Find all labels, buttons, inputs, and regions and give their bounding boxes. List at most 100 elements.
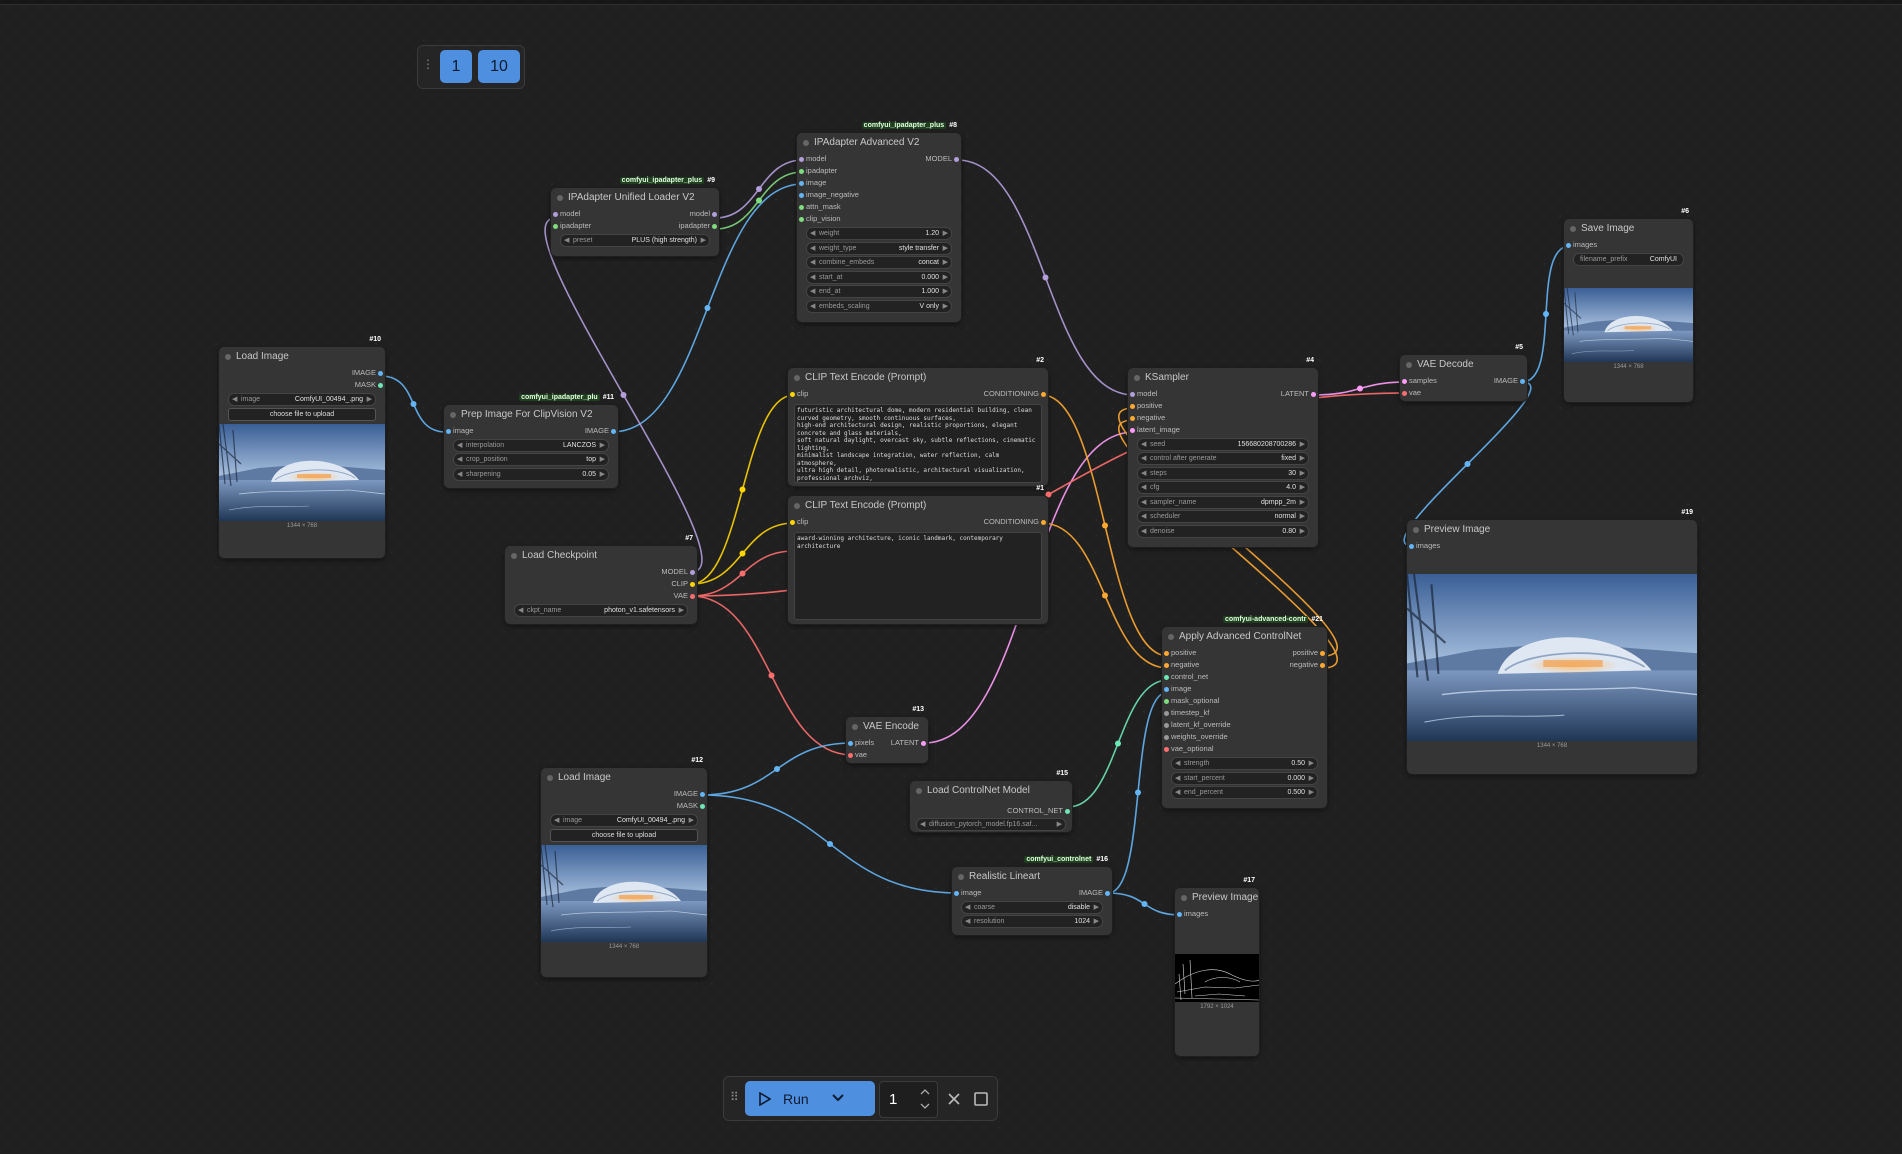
- node-clip-text-encode-1[interactable]: #1 CLIP Text Encode (Prompt) clip CONDITI…: [788, 485, 1048, 624]
- node-load-image-10[interactable]: #10 Load Image IMAGE MASK ◀ image ComfyUI_…: [219, 336, 385, 558]
- node-load-controlnet-15[interactable]: #15 Load ControlNet Model CONTROL_NET ◀ d…: [910, 770, 1072, 832]
- widget-start-percent[interactable]: ◀ start_percent 0.000 ▶: [1171, 771, 1318, 785]
- upload-button[interactable]: choose file to upload: [550, 828, 698, 842]
- input-slot[interactable]: [1164, 722, 1169, 728]
- node-ipadapter-advanced-8[interactable]: comfyui_ipadapter_plus #8 IPAdapter Advan…: [797, 122, 961, 322]
- image-combo-widget[interactable]: ◀ image ComfyUI_00494_.png ▶: [550, 813, 698, 827]
- widget-seed[interactable]: ◀ seed 156680208700286 ▶: [1137, 437, 1309, 451]
- input-slot[interactable]: [799, 204, 804, 210]
- input-slot[interactable]: [1164, 674, 1169, 680]
- node-clip-text-encode-2[interactable]: #2 CLIP Text Encode (Prompt) clip CONDITI…: [788, 357, 1048, 486]
- output-slot[interactable]: [1065, 808, 1070, 814]
- link-wire[interactable]: [690, 522, 795, 585]
- filename-prefix-widget[interactable]: filename_prefix ComfyUI: [1573, 252, 1684, 266]
- input-slot[interactable]: [799, 180, 804, 186]
- output-slot[interactable]: [712, 211, 717, 217]
- node-vae-decode-5[interactable]: #5 VAE Decode samples IMAGE vae: [1400, 344, 1527, 401]
- input-slot[interactable]: [1164, 734, 1169, 740]
- link-midpoint[interactable]: [827, 841, 833, 847]
- stop-icon[interactable]: [973, 1091, 989, 1107]
- input-slot[interactable]: [799, 216, 804, 222]
- node-ipadapter-loader-9[interactable]: comfyui_ipadapter_plus #9 IPAdapter Unifi…: [551, 177, 719, 256]
- input-slot[interactable]: [954, 890, 959, 896]
- link-wire[interactable]: [1313, 381, 1407, 396]
- link-midpoint[interactable]: [1464, 461, 1471, 467]
- input-slot[interactable]: [799, 156, 804, 162]
- widget-crop-position[interactable]: ◀ crop_position top ▶: [453, 453, 609, 466]
- close-icon[interactable]: [947, 1092, 961, 1106]
- node-save-image-6[interactable]: #6 Save Image images filename_prefix Comf…: [1564, 208, 1693, 402]
- link-midpoint[interactable]: [620, 392, 627, 398]
- drag-handle-icon[interactable]: ⠿: [730, 1090, 739, 1104]
- widget-cfg[interactable]: ◀ cfg 4.0 ▶: [1137, 481, 1309, 494]
- link-midpoint[interactable]: [1135, 789, 1141, 796]
- link-midpoint[interactable]: [1042, 274, 1049, 281]
- input-slot[interactable]: [1566, 242, 1571, 248]
- link-midpoint[interactable]: [1141, 901, 1148, 907]
- node-load-image-12[interactable]: #12 Load Image IMAGE MASK ◀ image ComfyUI_…: [541, 757, 707, 977]
- widget-end-at[interactable]: ◀ end_at 1.000 ▶: [806, 285, 952, 298]
- widget-steps[interactable]: ◀ steps 30 ▶: [1137, 466, 1309, 480]
- node-load-checkpoint-7[interactable]: #7 Load Checkpoint MODEL CLIP VAE ◀ ckpt_…: [505, 535, 697, 624]
- widget-start-at[interactable]: ◀ start_at 0.000 ▶: [806, 270, 952, 284]
- widget-combine-embeds[interactable]: ◀ combine_embeds concat ▶: [806, 256, 952, 269]
- input-slot[interactable]: [1164, 698, 1169, 704]
- widget-resolution[interactable]: ◀ resolution 1024 ▶: [961, 915, 1103, 928]
- output-slot[interactable]: [1320, 650, 1325, 656]
- prompt-textarea[interactable]: futuristic architectural dome, modern re…: [794, 404, 1042, 483]
- input-slot[interactable]: [799, 168, 804, 174]
- input-slot[interactable]: [848, 752, 853, 758]
- node-preview-image-17[interactable]: #17 Preview Image images 1792 × 1024: [1175, 877, 1259, 1056]
- link-wire[interactable]: [1107, 892, 1182, 916]
- output-slot[interactable]: [1320, 662, 1325, 668]
- input-slot[interactable]: [553, 211, 558, 217]
- link-wire[interactable]: [380, 375, 447, 433]
- output-slot[interactable]: [1105, 890, 1110, 896]
- link-midpoint[interactable]: [1102, 592, 1108, 599]
- link-wire[interactable]: [690, 394, 795, 585]
- link-midpoint[interactable]: [1543, 311, 1549, 317]
- link-midpoint[interactable]: [739, 550, 746, 557]
- input-slot[interactable]: [1130, 427, 1135, 433]
- widget-sharpening[interactable]: ◀ sharpening 0.05 ▶: [453, 467, 609, 481]
- link-midpoint[interactable]: [1115, 740, 1121, 747]
- node-ksampler-4[interactable]: #4 KSampler model LATENT positive negative l…: [1128, 357, 1318, 547]
- link-wire[interactable]: [714, 171, 804, 230]
- ckpt-name-widget[interactable]: ◀ ckpt_name photon_v1.safetensors ▶: [514, 603, 688, 617]
- page-button-10[interactable]: 10: [478, 50, 520, 83]
- output-slot[interactable]: [690, 593, 695, 599]
- output-slot[interactable]: [712, 223, 717, 229]
- link-midpoint[interactable]: [1102, 522, 1108, 529]
- input-slot[interactable]: [848, 740, 853, 746]
- link-midpoint[interactable]: [739, 570, 746, 577]
- page-button-1[interactable]: 1: [440, 50, 472, 83]
- widget-weight[interactable]: ◀ weight 1.20 ▶: [806, 227, 952, 240]
- link-midpoint[interactable]: [704, 305, 711, 311]
- input-slot[interactable]: [1164, 650, 1169, 656]
- input-slot[interactable]: [790, 391, 795, 397]
- input-slot[interactable]: [1402, 390, 1407, 396]
- input-slot[interactable]: [1164, 686, 1169, 692]
- link-wire[interactable]: [714, 159, 804, 219]
- link-wire[interactable]: [1067, 679, 1169, 808]
- output-slot[interactable]: [690, 581, 695, 587]
- input-slot[interactable]: [1177, 911, 1182, 917]
- chevron-up-icon[interactable]: [920, 1088, 930, 1095]
- batch-count-input[interactable]: 1: [879, 1081, 938, 1118]
- input-slot[interactable]: [1402, 378, 1407, 384]
- widget-strength[interactable]: ◀ strength 0.50 ▶: [1171, 757, 1318, 770]
- link-midpoint[interactable]: [739, 486, 746, 493]
- link-midpoint[interactable]: [756, 197, 762, 204]
- output-slot[interactable]: [611, 428, 616, 434]
- output-slot[interactable]: [954, 156, 959, 162]
- input-slot[interactable]: [1409, 543, 1414, 549]
- widget-sampler-name[interactable]: ◀ sampler_name dpmpp_2m ▶: [1137, 495, 1309, 509]
- chevron-down-icon[interactable]: [831, 1093, 845, 1103]
- link-midpoint[interactable]: [774, 766, 780, 772]
- controlnet-name-widget[interactable]: ◀ diffusion_pytorch_model.fp16.saf... ▶: [916, 818, 1066, 831]
- link-midpoint[interactable]: [410, 401, 417, 407]
- node-realistic-lineart-16[interactable]: comfyui_controlnet #16 Realistic Lineart …: [952, 856, 1112, 935]
- node-graph-canvas[interactable]: ⋮ 1 10 #10 Load Image IMAGE MASK ◀ image C…: [0, 0, 1902, 1154]
- widget-control-after-generate[interactable]: ◀ control after generate fixed ▶: [1137, 452, 1309, 465]
- input-slot[interactable]: [1164, 662, 1169, 668]
